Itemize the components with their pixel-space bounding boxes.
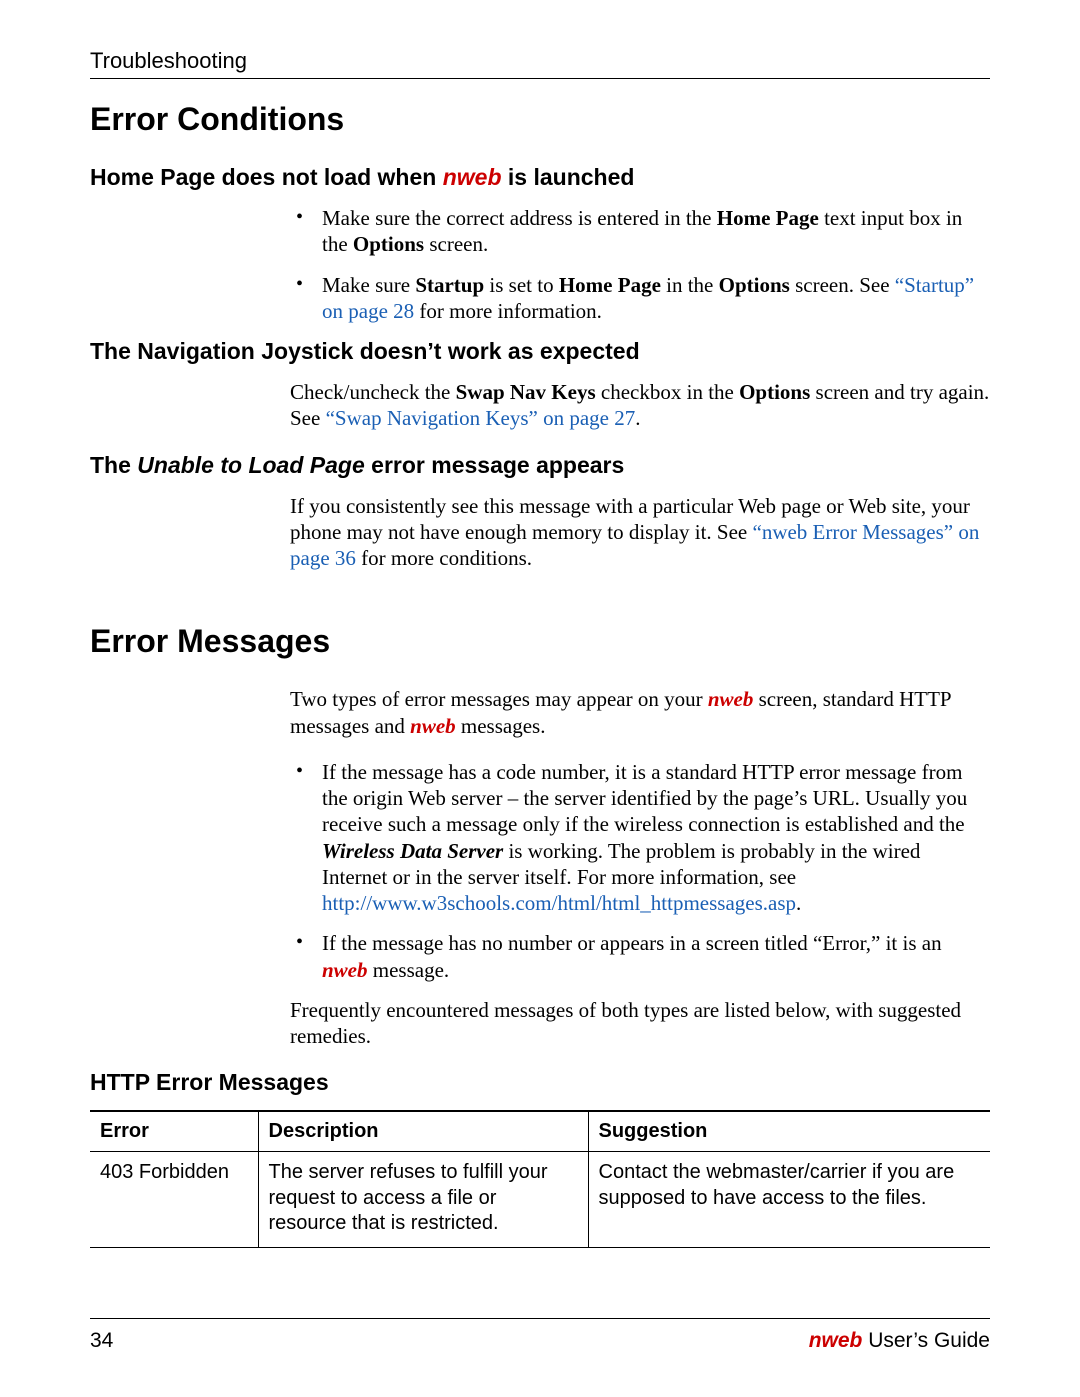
running-header: Troubleshooting bbox=[90, 48, 990, 79]
text-fragment: messages. bbox=[456, 714, 546, 738]
paragraph: Two types of error messages may appear o… bbox=[290, 686, 990, 739]
subheading-http-errors: HTTP Error Messages bbox=[90, 1069, 990, 1096]
subheading-joystick: The Navigation Joystick doesn’t work as … bbox=[90, 338, 990, 365]
subheading-home-page-not-load: Home Page does not load when nweb is lau… bbox=[90, 164, 990, 191]
text-fragment: for more conditions. bbox=[356, 546, 532, 570]
chapter-name: Troubleshooting bbox=[90, 48, 247, 73]
footer-title: nweb User’s Guide bbox=[809, 1329, 990, 1353]
col-header-suggestion: Suggestion bbox=[588, 1111, 990, 1152]
text-fragment: checkbox in the bbox=[596, 380, 739, 404]
page-footer: 34 nweb User’s Guide bbox=[90, 1318, 990, 1353]
text-fragment: screen. See bbox=[790, 273, 895, 297]
text-fragment: is set to bbox=[484, 273, 559, 297]
nweb-brand: nweb bbox=[443, 164, 502, 190]
text-fragment: . bbox=[635, 406, 640, 430]
list-item: If the message has a code number, it is … bbox=[290, 759, 990, 917]
table-row: 403 Forbidden The server refuses to fulf… bbox=[90, 1152, 990, 1248]
heading-error-messages: Error Messages bbox=[90, 623, 990, 660]
cell-suggestion: Contact the webmaster/carrier if you are… bbox=[588, 1152, 990, 1248]
text-fragment: for more information. bbox=[414, 299, 602, 323]
page-content: Troubleshooting Error Conditions Home Pa… bbox=[0, 0, 1080, 1248]
cell-error: 403 Forbidden bbox=[90, 1152, 258, 1248]
bold-text: Options bbox=[739, 380, 810, 404]
http-error-table: Error Description Suggestion 403 Forbidd… bbox=[90, 1110, 990, 1248]
text-fragment: If the message has no number or appears … bbox=[322, 931, 942, 955]
external-link[interactable]: http://www.w3schools.com/html/html_httpm… bbox=[322, 891, 796, 915]
nweb-brand: nweb bbox=[322, 958, 368, 982]
text-fragment: Two types of error messages may appear o… bbox=[290, 687, 708, 711]
text-fragment: If the message has a code number, it is … bbox=[322, 760, 967, 837]
text-fragment: . bbox=[796, 891, 801, 915]
bold-italic-text: Wireless Data Server bbox=[322, 839, 503, 863]
italic-text: Unable to Load Page bbox=[137, 452, 364, 478]
nweb-brand: nweb bbox=[809, 1329, 863, 1352]
bold-text: Swap Nav Keys bbox=[456, 380, 596, 404]
page-number: 34 bbox=[90, 1329, 113, 1353]
bold-text: Home Page bbox=[559, 273, 661, 297]
col-header-error: Error bbox=[90, 1111, 258, 1152]
cross-reference-link[interactable]: “Swap Navigation Keys” on page 27 bbox=[326, 406, 636, 430]
bullet-list: If the message has a code number, it is … bbox=[290, 759, 990, 983]
nweb-brand: nweb bbox=[708, 687, 754, 711]
text-fragment: Check/uncheck the bbox=[290, 380, 456, 404]
text-fragment: in the bbox=[661, 273, 719, 297]
text-fragment: Make sure bbox=[322, 273, 415, 297]
paragraph: Check/uncheck the Swap Nav Keys checkbox… bbox=[290, 379, 990, 432]
footer-guide-text: User’s Guide bbox=[862, 1329, 990, 1352]
paragraph: Frequently encountered messages of both … bbox=[290, 997, 990, 1050]
col-header-description: Description bbox=[258, 1111, 588, 1152]
text-fragment: Home Page does not load when bbox=[90, 164, 443, 190]
bold-text: Startup bbox=[415, 273, 484, 297]
text-fragment: Make sure the correct address is entered… bbox=[322, 206, 717, 230]
list-item: Make sure the correct address is entered… bbox=[290, 205, 990, 258]
heading-error-conditions: Error Conditions bbox=[90, 101, 990, 138]
text-fragment: The bbox=[90, 452, 137, 478]
list-item: Make sure Startup is set to Home Page in… bbox=[290, 272, 990, 325]
text-fragment: is launched bbox=[502, 164, 635, 190]
bold-text: Options bbox=[353, 232, 424, 256]
bullet-list: Make sure the correct address is entered… bbox=[290, 205, 990, 324]
subheading-unable-to-load: The Unable to Load Page error message ap… bbox=[90, 452, 990, 479]
text-fragment: error message appears bbox=[365, 452, 625, 478]
paragraph: If you consistently see this message wit… bbox=[290, 493, 990, 572]
nweb-brand: nweb bbox=[410, 714, 456, 738]
cell-description: The server refuses to fulfill your reque… bbox=[258, 1152, 588, 1248]
text-fragment: screen. bbox=[424, 232, 488, 256]
list-item: If the message has no number or appears … bbox=[290, 930, 990, 983]
table-header-row: Error Description Suggestion bbox=[90, 1111, 990, 1152]
bold-text: Home Page bbox=[717, 206, 819, 230]
text-fragment: message. bbox=[368, 958, 450, 982]
bold-text: Options bbox=[719, 273, 790, 297]
